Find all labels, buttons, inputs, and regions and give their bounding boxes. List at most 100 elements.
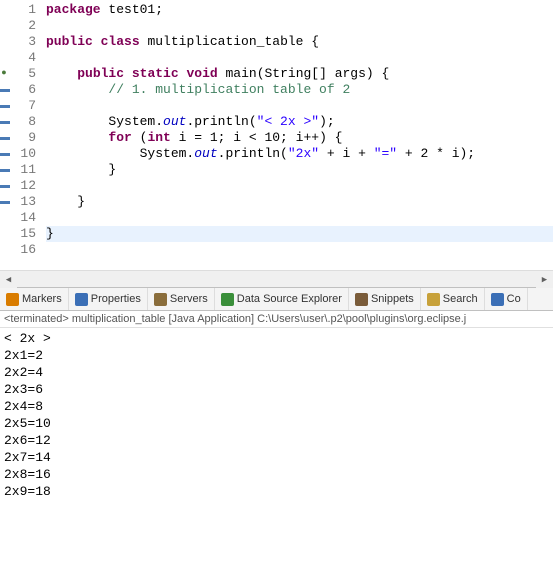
change-marker <box>0 153 10 156</box>
tab-label: Search <box>443 293 478 305</box>
line-number: 8 <box>12 114 36 130</box>
properties-icon <box>75 293 88 306</box>
code-line[interactable] <box>46 210 553 226</box>
code-token <box>46 130 108 145</box>
code-line[interactable] <box>46 50 553 66</box>
snippets-icon <box>355 293 368 306</box>
change-marker <box>0 105 10 108</box>
console-icon <box>491 293 504 306</box>
tab-search[interactable]: Search <box>421 288 485 310</box>
line-number-gutter: 12345678910111213141516 <box>12 0 40 270</box>
code-token: public <box>46 34 93 49</box>
tab-properties[interactable]: Properties <box>69 288 148 310</box>
line-number: 11 <box>12 162 36 178</box>
tab-data-source-explorer[interactable]: Data Source Explorer <box>215 288 349 310</box>
code-token <box>46 66 77 81</box>
code-area[interactable]: package test01; public class multiplicat… <box>40 0 553 270</box>
tab-snippets[interactable]: Snippets <box>349 288 421 310</box>
change-marker <box>0 201 10 204</box>
code-token: + 2 * i); <box>397 146 475 161</box>
code-token: main(String[] args) { <box>218 66 390 81</box>
code-line[interactable]: for (int i = 1; i < 10; i++) { <box>46 130 553 146</box>
line-number: 10 <box>12 146 36 162</box>
code-token: + i + <box>319 146 374 161</box>
tab-servers[interactable]: Servers <box>148 288 215 310</box>
search-icon <box>427 293 440 306</box>
tab-label: Properties <box>91 293 141 305</box>
code-token: package <box>46 2 101 17</box>
code-token: i = 1; i < 10; i++) { <box>171 130 343 145</box>
code-line[interactable]: public static void main(String[] args) { <box>46 66 553 82</box>
line-number: 15 <box>12 226 36 242</box>
code-token: "< 2x >" <box>257 114 319 129</box>
data-icon <box>221 293 234 306</box>
line-number: 16 <box>12 242 36 258</box>
tab-label: Markers <box>22 293 62 305</box>
console-status-line: <terminated> multiplication_table [Java … <box>0 311 553 328</box>
code-token: System. <box>46 146 194 161</box>
code-line[interactable]: System.out.println("< 2x >"); <box>46 114 553 130</box>
code-token: static <box>132 66 179 81</box>
line-number: 12 <box>12 178 36 194</box>
line-number: 3 <box>12 34 36 50</box>
scroll-left-arrow[interactable]: ◀ <box>0 271 17 288</box>
change-marker <box>0 137 10 140</box>
change-marker <box>0 185 10 188</box>
servers-icon <box>154 293 167 306</box>
tab-label: Servers <box>170 293 208 305</box>
code-line[interactable] <box>46 18 553 34</box>
code-token: } <box>46 162 116 177</box>
code-line[interactable]: } <box>46 226 553 242</box>
console-line: 2x3=6 <box>4 381 549 398</box>
line-number: 13 <box>12 194 36 210</box>
console-output[interactable]: < 2x >2x1=22x2=42x3=62x4=82x5=102x6=122x… <box>0 328 553 502</box>
change-marker <box>0 169 10 172</box>
console-line: 2x6=12 <box>4 432 549 449</box>
code-line[interactable]: package test01; <box>46 2 553 18</box>
console-line: 2x1=2 <box>4 347 549 364</box>
code-line[interactable] <box>46 98 553 114</box>
tab-co[interactable]: Co <box>485 288 528 310</box>
view-tabs: Markers Properties Servers Data Source Expl… <box>0 287 553 311</box>
code-line[interactable]: } <box>46 162 553 178</box>
console-line: < 2x > <box>4 330 549 347</box>
runnable-marker-icon[interactable]: ● <box>0 68 10 78</box>
tab-markers[interactable]: Markers <box>0 288 69 310</box>
code-token <box>124 66 132 81</box>
code-line[interactable]: } <box>46 194 553 210</box>
code-line[interactable]: // 1. multiplication table of 2 <box>46 82 553 98</box>
change-marker <box>0 121 10 124</box>
code-line[interactable]: System.out.println("2x" + i + "=" + 2 * … <box>46 146 553 162</box>
line-number: 7 <box>12 98 36 114</box>
code-token: System. <box>46 114 163 129</box>
tab-label: Co <box>507 293 521 305</box>
code-editor[interactable]: ● 12345678910111213141516 package test01… <box>0 0 553 270</box>
code-token: .println( <box>218 146 288 161</box>
horizontal-scrollbar[interactable]: ◀ ▶ <box>0 270 553 287</box>
code-line[interactable] <box>46 242 553 258</box>
line-number: 9 <box>12 130 36 146</box>
code-token: for <box>108 130 131 145</box>
code-line[interactable] <box>46 178 553 194</box>
code-token <box>93 34 101 49</box>
code-token <box>46 82 108 97</box>
console-line: 2x5=10 <box>4 415 549 432</box>
console-line: 2x9=18 <box>4 483 549 500</box>
code-token: "2x" <box>288 146 319 161</box>
console-line: 2x7=14 <box>4 449 549 466</box>
line-number: 5 <box>12 66 36 82</box>
tab-label: Snippets <box>371 293 414 305</box>
line-number: 1 <box>12 2 36 18</box>
code-line[interactable]: public class multiplication_table { <box>46 34 553 50</box>
console-line: 2x4=8 <box>4 398 549 415</box>
tab-label: Data Source Explorer <box>237 293 342 305</box>
marker-column: ● <box>0 0 12 270</box>
line-number: 4 <box>12 50 36 66</box>
scroll-right-arrow[interactable]: ▶ <box>536 271 553 288</box>
code-token: out <box>194 146 217 161</box>
code-token: multiplication_table { <box>140 34 319 49</box>
console-line: 2x2=4 <box>4 364 549 381</box>
code-token: int <box>147 130 170 145</box>
code-token: test01; <box>101 2 163 17</box>
code-token: void <box>186 66 217 81</box>
